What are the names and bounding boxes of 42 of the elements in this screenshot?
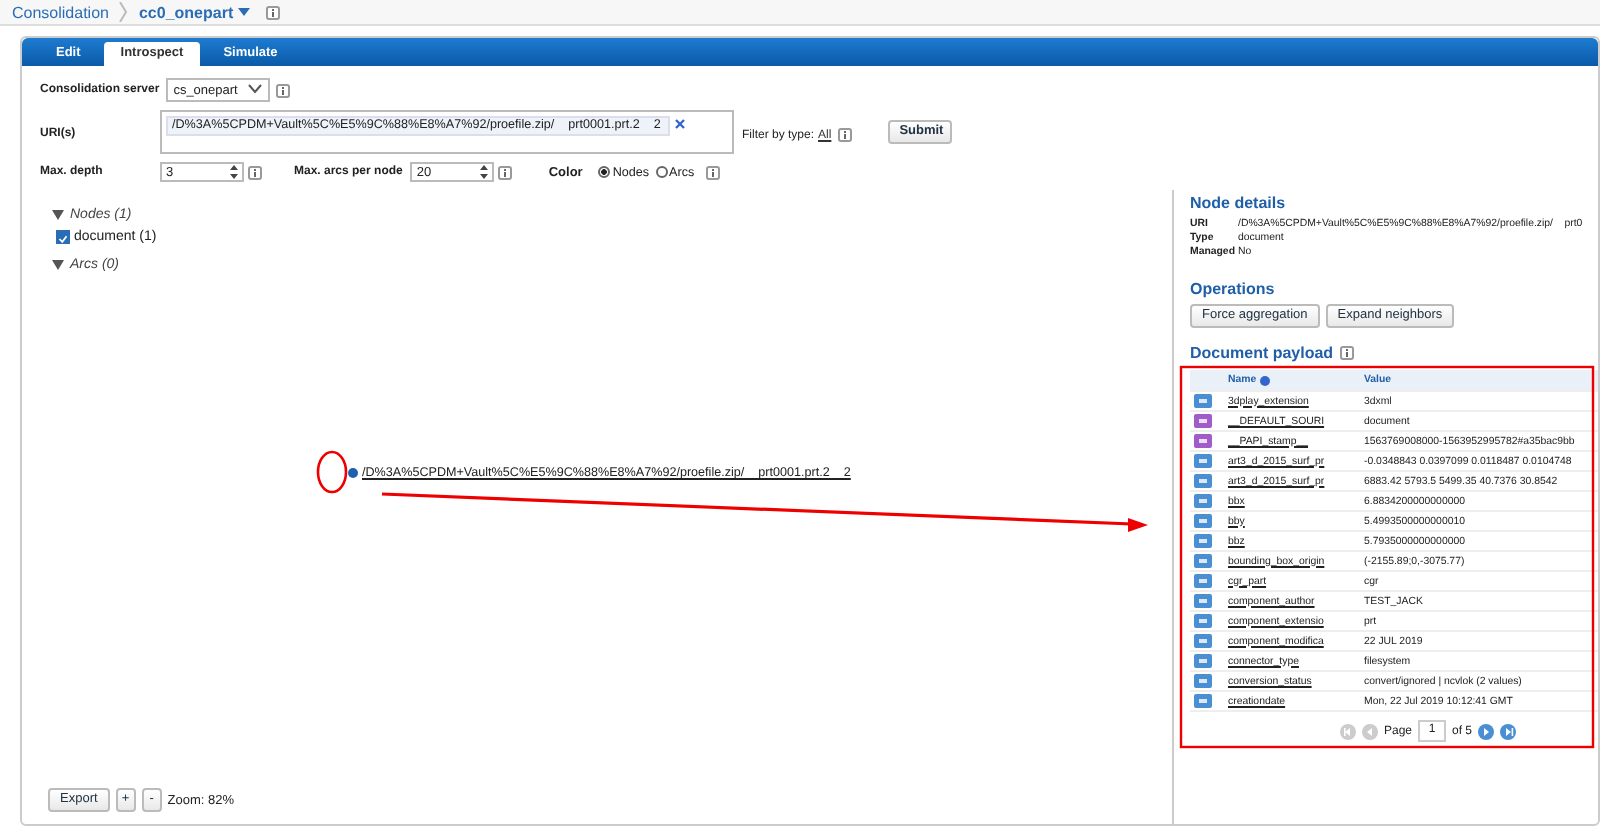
spinner-icon[interactable] [228,162,240,182]
chevron-icon [118,2,129,22]
property-icon [1190,694,1216,708]
remove-icon[interactable] [674,118,687,130]
triangle-icon[interactable] [52,260,64,270]
property-icon [1190,514,1216,528]
info-icon[interactable] [706,165,721,179]
property-icon [1190,634,1216,648]
sort-icon[interactable] [1260,375,1271,385]
info-icon[interactable] [1339,346,1354,360]
spinner-icon[interactable] [478,162,491,182]
property-icon [1190,554,1216,568]
property-icon [1190,594,1216,608]
triangle-icon[interactable] [52,210,64,220]
property-icon [1190,394,1216,408]
property-icon [1190,674,1216,688]
last-page-icon[interactable] [1500,723,1517,739]
info-icon[interactable] [248,165,262,179]
info-icon[interactable] [837,128,852,142]
annotation-circle [316,450,348,494]
next-page-icon[interactable] [1478,723,1495,739]
property-icon [1190,494,1216,508]
info-icon[interactable] [498,165,513,179]
property-icon [1190,654,1216,668]
property-icon [1190,474,1216,488]
info-icon[interactable] [265,5,280,19]
project-dropdown[interactable]: cc0_onepart [138,3,234,21]
caret-icon[interactable] [237,8,250,16]
section-title: Document payload [1190,344,1334,362]
caret-icon [247,83,262,97]
property-icon [1190,534,1216,548]
property-icon [1190,614,1216,628]
section-title: Operations [1190,280,1277,298]
property-icon [1190,574,1216,588]
section-title: Node details [1190,194,1288,212]
graph-node[interactable] [348,468,358,478]
checkbox[interactable] [56,230,70,244]
breadcrumb-link[interactable]: Consolidation [12,3,109,21]
radio-button[interactable] [598,166,611,178]
property-icon [1190,454,1216,468]
info-icon[interactable] [275,83,290,97]
radio-button[interactable] [655,166,668,178]
